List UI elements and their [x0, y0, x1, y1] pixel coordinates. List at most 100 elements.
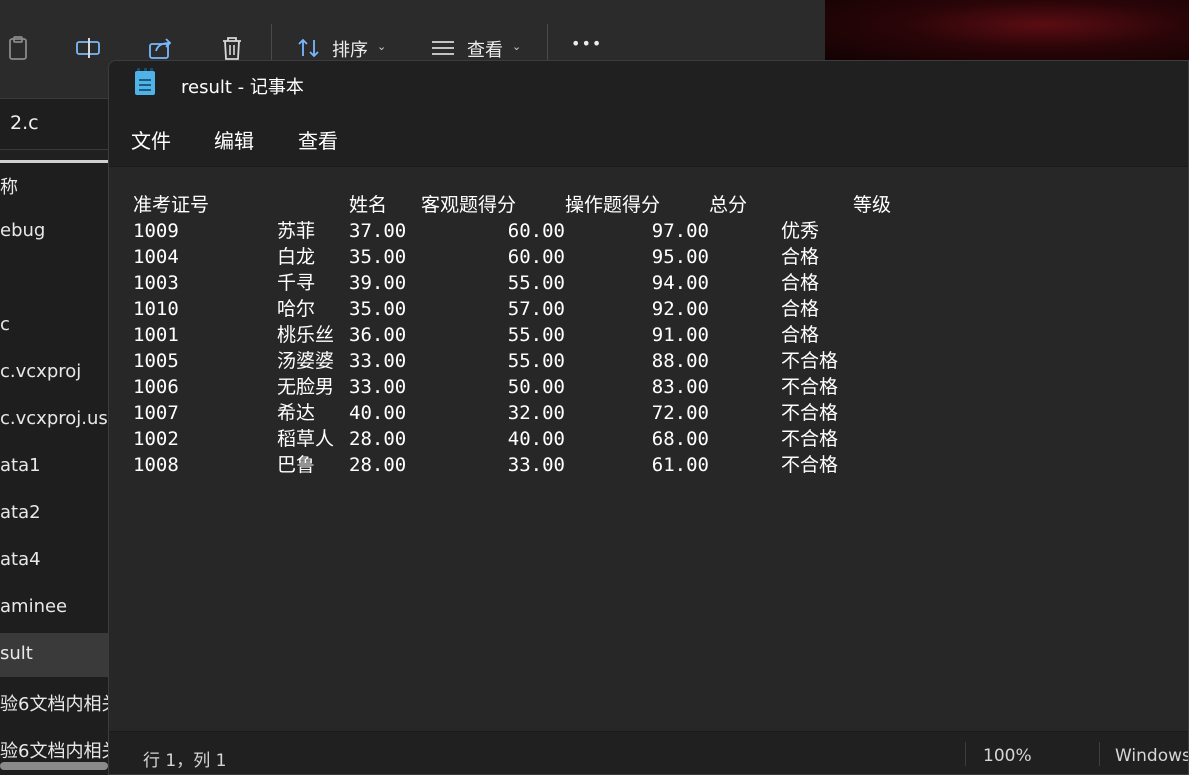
list-item[interactable]: c.vcxproj.user [0, 398, 108, 442]
cell-id: 1006 [133, 376, 179, 398]
cell-name: 苏菲 [277, 220, 316, 242]
cell-name: 无脸男 [277, 376, 335, 398]
cell-grade: 合格 [781, 298, 820, 320]
column-header-total: 总分 [709, 194, 748, 216]
menu-bar: 文件 编辑 查看 [109, 109, 1188, 167]
more-options-button[interactable]: ••• [571, 34, 602, 53]
list-item[interactable] [0, 257, 108, 301]
line-ending[interactable]: Windows [1115, 746, 1188, 766]
cell-objective: 33.00 [349, 350, 407, 372]
view-icon[interactable] [429, 34, 457, 62]
cell-practical: 55.00 [507, 272, 565, 294]
cell-name: 哈尔 [277, 298, 316, 320]
cell-objective: 40.00 [349, 402, 407, 424]
cell-objective: 35.00 [349, 298, 407, 320]
list-item[interactable]: 称 [0, 163, 108, 207]
list-item[interactable]: 验6文档内相关 [0, 680, 108, 724]
text-editor[interactable]: 准考证号 姓名 客观题得分 操作题得分 总分 等级 1009 苏菲 37.00 60.… [109, 167, 1188, 731]
list-item[interactable]: ebug [0, 210, 108, 254]
cell-total: 68.00 [651, 428, 709, 450]
list-item[interactable]: c [0, 304, 108, 348]
sort-button[interactable]: 排序 [332, 36, 368, 62]
cell-total: 83.00 [651, 376, 709, 398]
notepad-app-icon [135, 68, 155, 95]
cell-id: 1001 [133, 324, 179, 346]
cell-total: 97.00 [651, 220, 709, 242]
paste-icon[interactable] [4, 34, 32, 62]
column-header-id: 准考证号 [133, 194, 210, 216]
cell-practical: 33.00 [507, 454, 565, 476]
zoom-level[interactable]: 100% [983, 746, 1032, 766]
cell-grade: 合格 [781, 272, 820, 294]
cell-name: 巴鲁 [277, 454, 316, 476]
cell-total: 91.00 [651, 324, 709, 346]
cell-objective: 36.00 [349, 324, 407, 346]
cell-name: 希达 [277, 402, 316, 424]
rename-icon[interactable] [74, 34, 102, 62]
address-text: 2.c [10, 112, 39, 134]
menu-file[interactable]: 文件 [131, 125, 171, 154]
cell-grade: 合格 [781, 324, 820, 346]
cell-objective: 33.00 [349, 376, 407, 398]
chevron-down-icon: ⌄ [377, 40, 387, 53]
list-item-selected[interactable]: sult [0, 633, 108, 677]
cell-id: 1004 [133, 246, 179, 268]
cell-practical: 55.00 [507, 324, 565, 346]
list-item[interactable]: c.vcxproj [0, 351, 108, 395]
cell-name: 汤婆婆 [277, 350, 335, 372]
cell-id: 1003 [133, 272, 179, 294]
cell-name: 桃乐丝 [277, 324, 335, 346]
cell-id: 1005 [133, 350, 179, 372]
cell-practical: 32.00 [507, 402, 565, 424]
cell-grade: 不合格 [781, 402, 839, 424]
cell-grade: 不合格 [781, 454, 839, 476]
column-header-objective: 客观题得分 [421, 194, 517, 216]
column-header-grade: 等级 [853, 194, 892, 216]
status-divider [965, 742, 966, 766]
cell-grade: 优秀 [781, 220, 820, 242]
cell-id: 1002 [133, 428, 179, 450]
cell-total: 88.00 [651, 350, 709, 372]
cell-total: 94.00 [651, 272, 709, 294]
horizontal-scrollbar[interactable] [0, 762, 108, 770]
status-bar: 行 1，列 1 100% Windows [109, 731, 1188, 774]
list-item[interactable]: ata2 [0, 492, 108, 536]
cell-practical: 60.00 [507, 246, 565, 268]
address-bar[interactable]: 2.c [0, 98, 108, 150]
sort-icon[interactable] [295, 34, 323, 62]
cell-objective: 35.00 [349, 246, 407, 268]
cell-objective: 37.00 [349, 220, 407, 242]
delete-icon[interactable] [218, 34, 246, 62]
desktop-wallpaper [825, 0, 1189, 62]
list-item[interactable]: ata4 [0, 539, 108, 583]
cell-id: 1008 [133, 454, 179, 476]
cell-grade: 不合格 [781, 350, 839, 372]
title-bar[interactable]: result - 记事本 [109, 61, 1188, 109]
list-item[interactable]: aminee [0, 586, 108, 630]
window-title: result - 记事本 [181, 77, 304, 98]
cell-name: 白龙 [277, 246, 316, 268]
cursor-position: 行 1，列 1 [143, 751, 227, 771]
cell-practical: 57.00 [507, 298, 565, 320]
cell-total: 95.00 [651, 246, 709, 268]
cell-grade: 不合格 [781, 376, 839, 398]
menu-view[interactable]: 查看 [298, 125, 338, 154]
chevron-down-icon: ⌄ [512, 40, 522, 53]
cell-id: 1009 [133, 220, 179, 242]
share-icon[interactable] [146, 34, 174, 62]
cell-objective: 39.00 [349, 272, 407, 294]
cell-practical: 50.00 [507, 376, 565, 398]
cell-objective: 28.00 [349, 454, 407, 476]
file-list: 称 ebug c c.vcxproj c.vcxproj.user ata1 a… [0, 163, 108, 775]
cell-grade: 不合格 [781, 428, 839, 450]
view-button[interactable]: 查看 [467, 36, 503, 62]
cell-objective: 28.00 [349, 428, 407, 450]
document-content: 准考证号 姓名 客观题得分 操作题得分 总分 等级 1009 苏菲 37.00 60.… [133, 192, 891, 478]
list-item[interactable]: ata1 [0, 445, 108, 489]
cell-total: 61.00 [651, 454, 709, 476]
menu-edit[interactable]: 编辑 [214, 125, 254, 154]
cell-total: 72.00 [651, 402, 709, 424]
notepad-window: result - 记事本 文件 编辑 查看 准考证号 姓名 客观题得分 操作题得… [108, 60, 1189, 775]
column-header-name: 姓名 [349, 194, 388, 216]
cell-grade: 合格 [781, 246, 820, 268]
